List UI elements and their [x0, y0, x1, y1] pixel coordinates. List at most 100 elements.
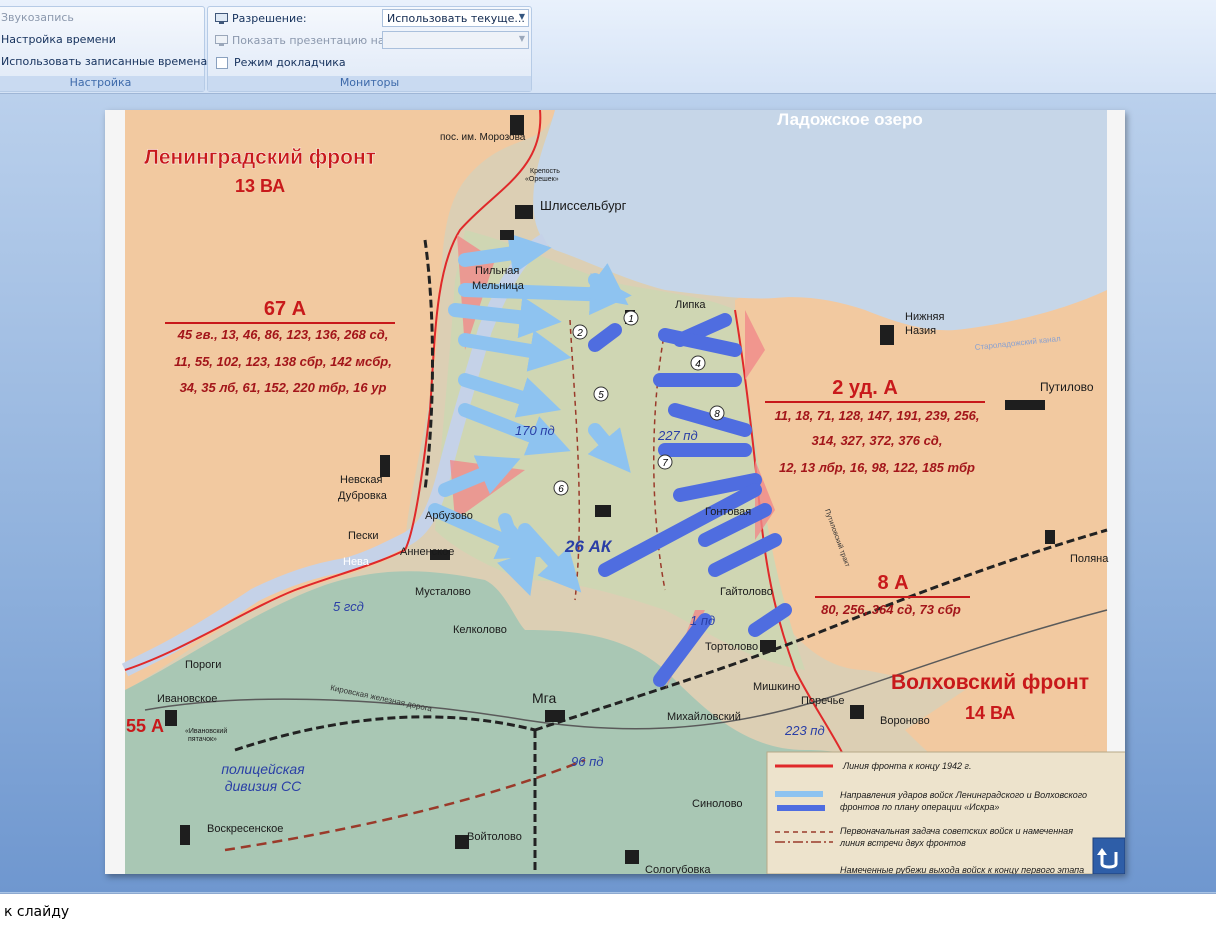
army-67-units: 11, 55, 102, 123, 138 сбр, 142 мсбр, — [174, 354, 392, 369]
place-label: Пороги — [185, 659, 221, 671]
setup-group: Звукозапись Настройка времени Использова… — [0, 6, 207, 92]
place-label: Назия — [905, 325, 936, 337]
place-label: Келколово — [453, 624, 507, 636]
resolution-dropdown[interactable]: Использовать текуще... ▼ — [382, 9, 529, 27]
checkbox-box[interactable] — [216, 56, 228, 69]
police-division-label: дивизия СС — [225, 778, 302, 794]
place-label: Мусталово — [415, 586, 471, 598]
monitors-group-label: Мониторы — [208, 76, 531, 91]
ribbon: Звукозапись Настройка времени Использова… — [0, 0, 1216, 94]
phase-number: 2 — [576, 328, 583, 339]
place-label: Мга — [532, 690, 556, 706]
place-label: Тортолово — [705, 641, 758, 653]
river-label: Нева — [343, 556, 370, 568]
place-label: Гонтовая — [705, 506, 751, 518]
phase-number: 6 — [558, 484, 564, 495]
phase-number: 8 — [714, 409, 720, 420]
presenter-view-checkbox[interactable]: Режим докладчика — [216, 56, 346, 69]
division-label: 5 гсд — [333, 599, 364, 614]
place-label: Сологубовка — [645, 864, 711, 874]
settlement-marker — [850, 705, 864, 719]
place-label: Арбузово — [425, 510, 473, 522]
presenter-view-label: Режим докладчика — [234, 56, 346, 69]
place-label: Мишкино — [753, 681, 800, 693]
notes-pane[interactable]: к слайду — [0, 893, 1216, 937]
corps-label: 26 АК — [564, 537, 613, 556]
place-label: «Ивановский — [185, 727, 227, 735]
map-legend: Линия фронта к концу 1942 г. Направления… — [766, 751, 1125, 874]
division-label: 1 пд — [690, 613, 715, 628]
army-8-units: 80, 256, 364 сд, 73 сбр — [821, 602, 961, 617]
place-label: пос. им. Морозова — [440, 132, 526, 143]
place-label: пятачок» — [188, 736, 217, 743]
phase-number: 4 — [695, 359, 701, 370]
notes-text[interactable]: к слайду — [4, 904, 69, 920]
army-2-units: 12, 13 лбр, 16, 98, 122, 185 тбр — [779, 460, 975, 475]
place-label: Гайтолово — [720, 586, 773, 598]
slide-left-margin — [105, 110, 125, 874]
place-label: Шлиссельбург — [540, 198, 627, 213]
show-on-text: Показать презентацию на: — [232, 34, 389, 47]
legend-strike-text: фронтов по плану операции «Искра» — [840, 802, 999, 812]
settlement-marker — [1005, 400, 1045, 410]
phase-number: 7 — [662, 458, 668, 469]
settlement-marker — [1045, 530, 1055, 544]
settlement-marker — [760, 640, 776, 652]
place-label: Поречье — [801, 695, 844, 707]
place-label: Синолово — [692, 798, 743, 810]
settlement-marker — [180, 825, 190, 845]
army-67-label: 67 А — [264, 298, 306, 320]
place-label: Невская — [340, 474, 382, 486]
division-label: 170 пд — [515, 423, 555, 438]
strike-arrow — [448, 296, 562, 339]
army-2-units: 11, 18, 71, 128, 147, 191, 239, 256, — [774, 408, 979, 423]
place-label: Ивановское — [157, 693, 217, 705]
monitor-icon — [215, 13, 228, 24]
return-button-bg[interactable] — [1092, 837, 1125, 874]
rehearse-timings-label: Настройка времени — [1, 33, 116, 46]
army-2-units: 314, 327, 372, 376 сд, — [812, 433, 943, 448]
place-label: Михайловский — [667, 711, 741, 723]
settlement-marker — [625, 850, 639, 864]
place-label: Пески — [348, 530, 378, 542]
settlement-marker — [500, 230, 514, 240]
army-2-label: 2 уд. А — [832, 377, 898, 399]
resolution-label: Разрешение: — [215, 12, 307, 25]
place-label: «Орешек» — [525, 176, 559, 183]
volkhov-army-label: 14 ВА — [965, 703, 1015, 723]
place-label: Пильная — [475, 265, 519, 277]
lake-label: Ладожское озеро — [777, 110, 923, 129]
legend-initial-task-text: Первоначальная задача советских войск и … — [840, 826, 1073, 836]
slide: 1 2 4 5 6 7 8 Ленинградский фронт 13 ВА … — [105, 110, 1125, 874]
place-label: Вороново — [880, 715, 930, 727]
place-label: Путилово — [1040, 380, 1094, 394]
place-label: Воскресенское — [207, 823, 283, 835]
show-on-dropdown[interactable]: ▼ — [382, 31, 529, 49]
setup-group-label: Настройка — [0, 76, 204, 91]
use-recorded-timings-label: Использовать записанные времена — [1, 55, 208, 68]
division-label: 227 пд — [657, 428, 698, 443]
police-division-label: полицейская — [221, 761, 305, 777]
settlement-marker — [515, 205, 533, 219]
volkhov-front-title: Волховский фронт — [891, 671, 1089, 694]
legend-initial-task-text: линия встречи двух фронтов — [839, 838, 966, 848]
legend-strike-text: Направления ударов войск Ленинградского … — [840, 790, 1087, 800]
record-narration-label: Звукозапись — [1, 11, 74, 24]
use-recorded-timings-checkbox[interactable]: Использовать записанные времена — [1, 55, 207, 68]
record-narration-button[interactable]: Звукозапись — [1, 11, 74, 24]
phase-number: 5 — [598, 390, 604, 401]
division-label: 223 пд — [784, 723, 825, 738]
legend-planned-lines-text: Намеченные рубежи выхода войск к концу п… — [840, 865, 1084, 874]
army-55-label: 55 А — [126, 716, 164, 736]
settlement-marker — [545, 710, 565, 722]
settlement-marker — [165, 710, 177, 726]
place-label: Анненское — [400, 546, 454, 558]
settlement-marker — [595, 505, 611, 517]
chevron-down-icon: ▼ — [518, 34, 525, 43]
resolution-value: Использовать текуще... — [387, 12, 525, 25]
settlement-marker — [880, 325, 894, 345]
monitors-group: Разрешение: Использовать текуще... ▼ Пок… — [207, 6, 532, 92]
rehearse-timings-button[interactable]: Настройка времени — [1, 33, 116, 46]
return-button[interactable] — [1092, 837, 1125, 874]
show-on-label: Показать презентацию на: — [215, 34, 388, 47]
